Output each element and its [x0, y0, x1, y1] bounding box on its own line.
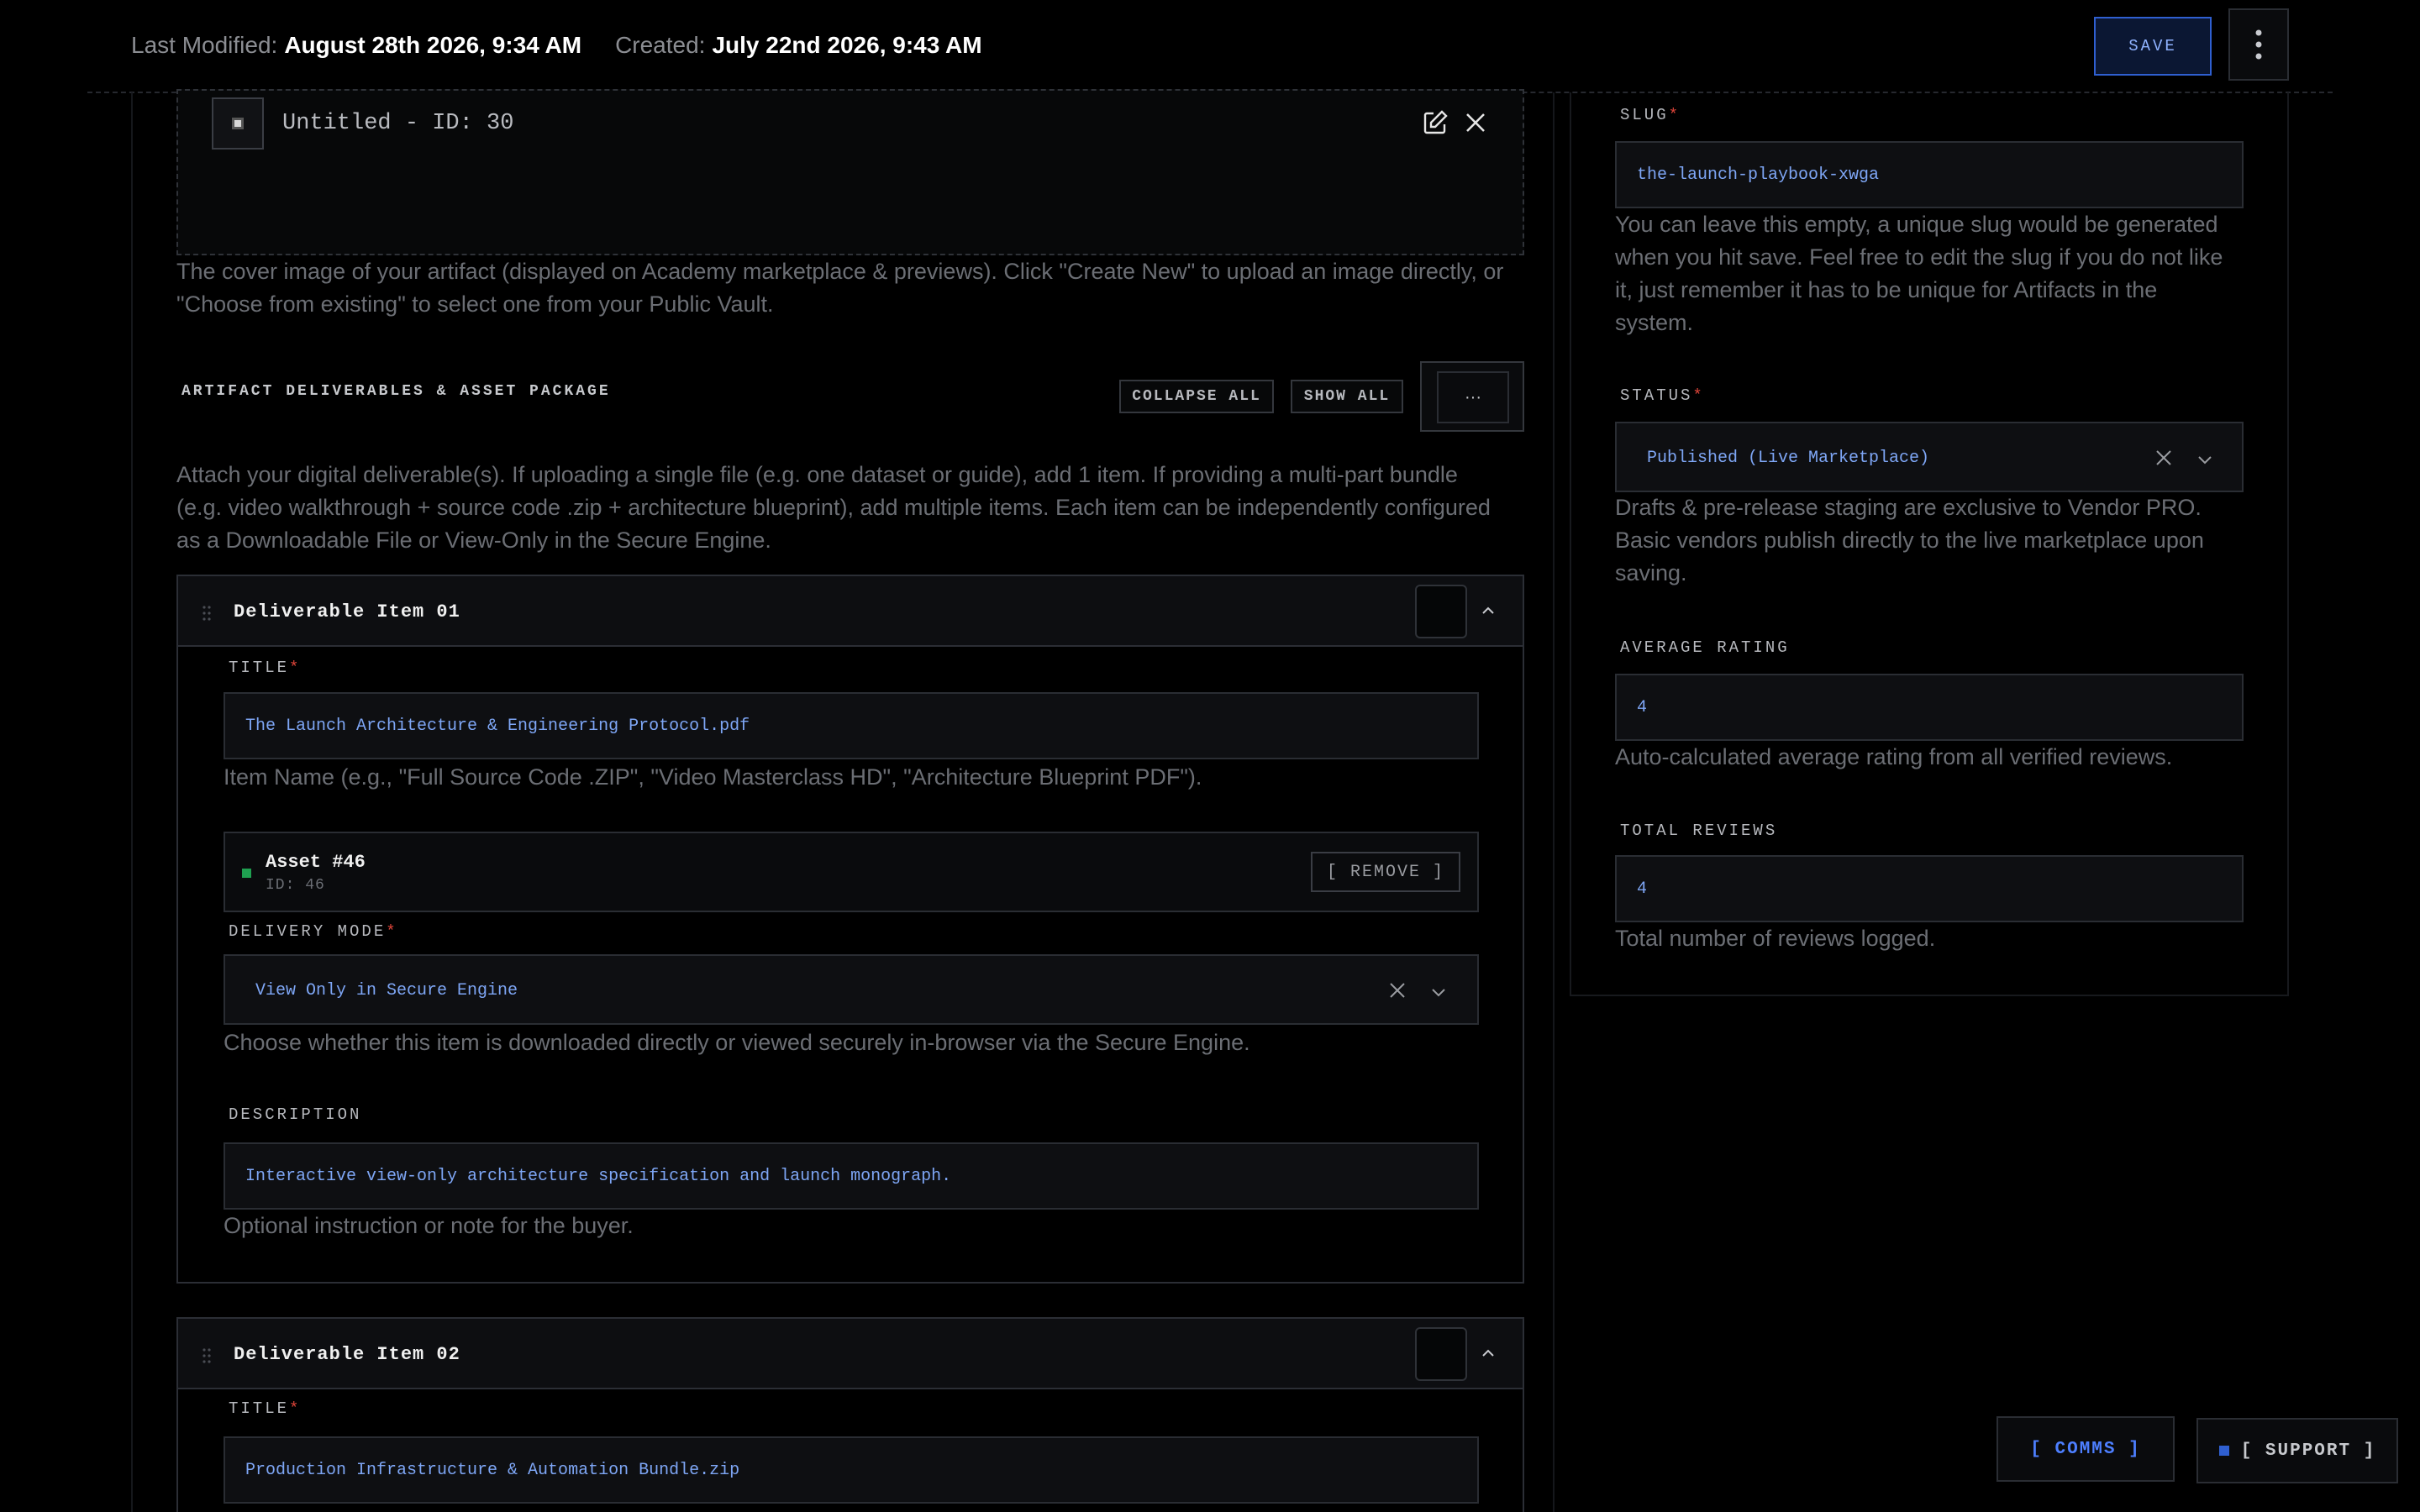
- deliverable-item-heading: Deliverable Item 01: [234, 601, 460, 622]
- status-help: Drafts & pre-release staging are exclusi…: [1615, 495, 2204, 585]
- average-rating-help: Auto-calculated average rating from all …: [1615, 744, 2173, 769]
- total-reviews-label: TOTAL REVIEWS: [1620, 822, 1778, 840]
- save-button[interactable]: SAVE: [2094, 17, 2212, 76]
- deliverable-item-toggle[interactable]: [1415, 585, 1467, 638]
- support-status-icon: [2218, 1446, 2229, 1456]
- description-input[interactable]: Interactive view-only architecture speci…: [224, 1142, 1479, 1210]
- top-bar: Last Modified: August 28th 2026, 9:34 AM…: [0, 0, 2420, 93]
- status-label: STATUS*: [1620, 386, 1705, 405]
- delivery-mode-help: Choose whether this item is downloaded d…: [224, 1030, 1250, 1055]
- image-icon: [232, 118, 244, 129]
- collapse-all-button[interactable]: COLLAPSE ALL: [1119, 380, 1274, 413]
- drag-handle-icon[interactable]: [202, 605, 212, 622]
- asset-attachment: Asset #46 ID: 46 [ REMOVE ]: [224, 832, 1479, 912]
- cover-help: The cover image of your artifact (displa…: [176, 259, 1504, 317]
- close-icon[interactable]: [1464, 111, 1487, 134]
- average-rating-input[interactable]: 4: [1615, 674, 2244, 741]
- kebab-vertical-icon: [2255, 29, 2262, 60]
- item-title-input[interactable]: The Launch Architecture & Engineering Pr…: [224, 692, 1479, 759]
- ellipsis-icon: ···: [1437, 371, 1509, 423]
- slug-label: SLUG*: [1620, 106, 1681, 124]
- deliverable-item-header[interactable]: Deliverable Item 01: [178, 576, 1523, 647]
- delivery-mode-label: DELIVERY MODE*: [229, 922, 398, 941]
- title-label: TITLE*: [229, 659, 302, 677]
- created-value: July 22nd 2026, 9:43 AM: [712, 32, 982, 58]
- deliverables-more-button[interactable]: ···: [1420, 361, 1524, 432]
- description-label: DESCRIPTION: [229, 1105, 362, 1124]
- asset-name: Asset #46: [266, 852, 366, 873]
- status-value: Published (Live Marketplace): [1647, 449, 1930, 468]
- deliverable-item-toggle[interactable]: [1415, 1327, 1467, 1381]
- remove-asset-button[interactable]: [ REMOVE ]: [1311, 852, 1460, 892]
- chevron-down-icon[interactable]: [1430, 986, 1447, 998]
- status-dot: [242, 869, 251, 878]
- drag-handle-icon[interactable]: [202, 1347, 212, 1364]
- item-title-input[interactable]: Production Infrastructure & Automation B…: [224, 1436, 1479, 1504]
- edit-icon[interactable]: [1422, 109, 1449, 136]
- chevron-down-icon[interactable]: [2196, 454, 2213, 465]
- status-select[interactable]: Published (Live Marketplace): [1615, 422, 2244, 492]
- deliverable-item-header[interactable]: Deliverable Item 02: [178, 1319, 1523, 1389]
- support-label: [ SUPPORT ]: [2240, 1441, 2376, 1461]
- last-modified-value: August 28th 2026, 9:34 AM: [284, 32, 582, 58]
- slug-input[interactable]: the-launch-playbook-xwga: [1615, 141, 2244, 208]
- clear-icon[interactable]: [1388, 981, 1407, 1000]
- item-title-help: Item Name (e.g., "Full Source Code .ZIP"…: [224, 764, 1202, 790]
- slug-help: You can leave this empty, a unique slug …: [1615, 212, 2223, 335]
- comms-button[interactable]: [ COMMS ]: [1996, 1416, 2175, 1482]
- cover-thumbnail: [212, 97, 264, 150]
- deliverables-section-title: ARTIFACT DELIVERABLES & ASSET PACKAGE: [182, 383, 611, 400]
- average-rating-label: AVERAGE RATING: [1620, 638, 1790, 657]
- cover-title: Untitled - ID: 30: [282, 111, 514, 136]
- description-help: Optional instruction or note for the buy…: [224, 1213, 634, 1238]
- delivery-mode-value: View Only in Secure Engine: [255, 981, 518, 1000]
- created-label: Created:: [615, 32, 706, 58]
- more-menu-button[interactable]: [2228, 8, 2289, 81]
- asset-id: ID: 46: [266, 877, 325, 894]
- show-all-button[interactable]: SHOW ALL: [1291, 380, 1403, 413]
- deliverable-item-heading: Deliverable Item 02: [234, 1344, 460, 1365]
- total-reviews-help: Total number of reviews logged.: [1615, 926, 1936, 951]
- chevron-up-icon[interactable]: [1481, 1347, 1496, 1359]
- cover-image-field[interactable]: Untitled - ID: 30: [176, 89, 1524, 255]
- total-reviews-input[interactable]: 4: [1615, 855, 2244, 922]
- support-button[interactable]: [ SUPPORT ]: [2196, 1418, 2398, 1483]
- chevron-up-icon[interactable]: [1481, 605, 1496, 617]
- last-modified-label: Last Modified:: [131, 32, 278, 58]
- clear-icon[interactable]: [2154, 449, 2173, 467]
- deliverables-help: Attach your digital deliverable(s). If u…: [176, 462, 1491, 553]
- delivery-mode-select[interactable]: View Only in Secure Engine: [224, 954, 1479, 1025]
- timestamps: Last Modified: August 28th 2026, 9:34 AM…: [131, 32, 982, 59]
- title-label: TITLE*: [229, 1399, 302, 1418]
